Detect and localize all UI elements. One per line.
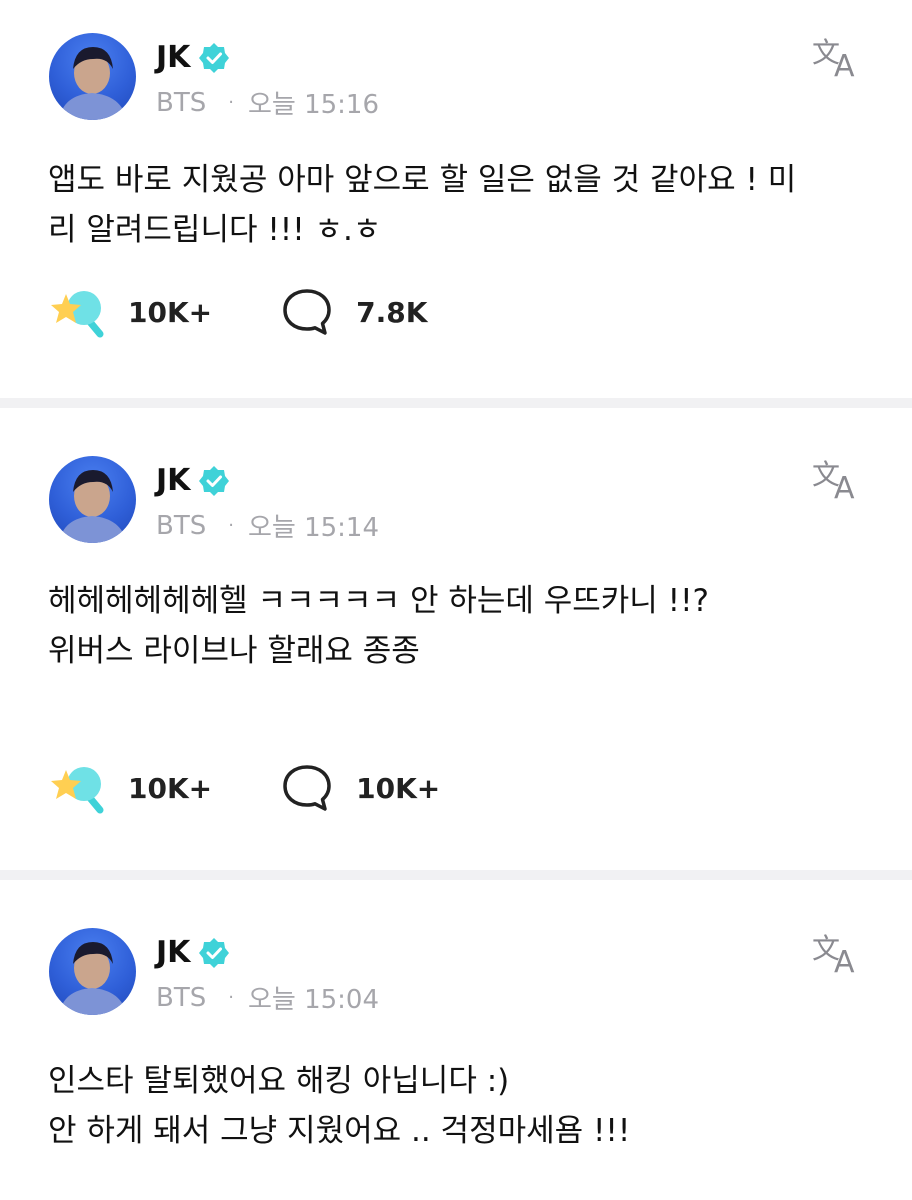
comment-count: 7.8K: [356, 295, 428, 329]
translate-icon[interactable]: 文 A: [812, 36, 864, 80]
post-text: 인스타 탈퇴했어요 해킹 아닙니다 :) 안 하게 돼서 그냥 지웠어요 .. …: [48, 1063, 631, 1149]
post-text: 헤헤헤헤헤헤헬 ㅋㅋㅋㅋㅋ 안 하는데 우뜨카니 !!? 위버스 라이브나 할래…: [48, 583, 709, 669]
svg-text:A: A: [834, 49, 855, 80]
verified-badge-icon: [199, 937, 230, 968]
meta-separator: ·: [228, 515, 234, 536]
meta-separator: ·: [228, 987, 234, 1008]
group-name: BTS: [156, 510, 207, 541]
svg-text:A: A: [834, 471, 855, 502]
post-time: 오늘 15:16: [247, 90, 380, 120]
meta-separator: ·: [228, 92, 234, 113]
star-reaction-icon[interactable]: [50, 760, 106, 816]
post-meta: BTS · 오늘 15:16: [156, 84, 379, 121]
avatar[interactable]: [49, 33, 136, 120]
reaction-count: 10K+: [128, 771, 213, 805]
avatar[interactable]: [49, 928, 136, 1015]
post-meta: BTS · 오늘 15:14: [156, 507, 379, 544]
author-name[interactable]: JK: [156, 935, 230, 970]
star-reaction-icon[interactable]: [50, 284, 106, 340]
author-name-text: JK: [156, 935, 191, 970]
group-name: BTS: [156, 87, 207, 118]
reaction-count: 10K+: [128, 295, 213, 329]
post-time: 오늘 15:14: [247, 513, 380, 543]
author-name[interactable]: JK: [156, 40, 230, 75]
avatar[interactable]: [49, 456, 136, 543]
post-meta: BTS · 오늘 15:04: [156, 979, 379, 1016]
translate-icon[interactable]: 文 A: [812, 458, 864, 502]
post-divider: [0, 398, 912, 408]
verified-badge-icon: [199, 465, 230, 496]
post-2: JK BTS · 오늘 15:14 文 A 헤헤헤헤헤헤헬 ㅋㅋㅋㅋㅋ 안 하는…: [0, 408, 912, 876]
post-1: JK BTS · 오늘 15:16 文 A 앱도 바로 지웠공 아마 앞으로 할…: [0, 0, 912, 400]
post-time: 오늘 15:04: [247, 985, 380, 1015]
svg-text:A: A: [834, 945, 855, 976]
post-divider: [0, 870, 912, 880]
comment-bubble-icon[interactable]: [280, 761, 334, 815]
author-name-text: JK: [156, 40, 191, 75]
translate-icon[interactable]: 文 A: [812, 932, 864, 976]
post-text: 앱도 바로 지웠공 아마 앞으로 할 일은 없을 것 같아요 ! 미 리 알려드…: [48, 162, 797, 248]
comment-bubble-icon[interactable]: [280, 285, 334, 339]
post-actions: 10K+ 7.8K: [50, 284, 427, 340]
verified-badge-icon: [199, 42, 230, 73]
author-name[interactable]: JK: [156, 463, 230, 498]
author-name-text: JK: [156, 463, 191, 498]
post-actions: 10K+ 10K+: [50, 760, 440, 816]
group-name: BTS: [156, 982, 207, 1013]
post-3: JK BTS · 오늘 15:04 文 A 인스타 탈퇴했어요 해킹 아닙니다 …: [0, 880, 912, 1200]
comment-count: 10K+: [356, 771, 441, 805]
